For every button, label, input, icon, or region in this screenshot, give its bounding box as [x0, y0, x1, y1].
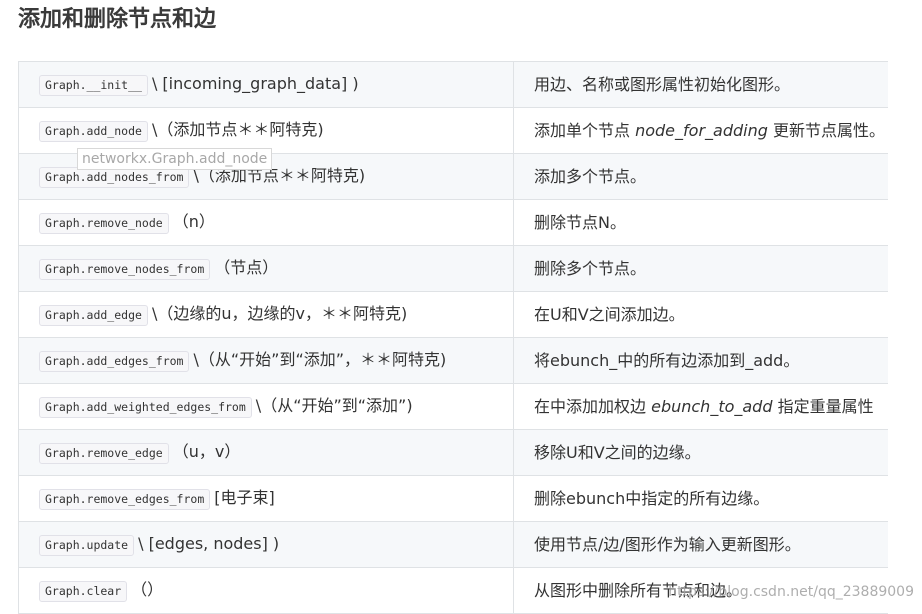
table-row: Graph.update \ [edges, nodes] ) 使用节点/边/图形作… [18, 521, 888, 568]
method-link[interactable]: Graph.add_node [39, 121, 148, 142]
method-signature: \ [incoming_graph_data] ) [151, 74, 359, 93]
description-text: 删除ebunch中指定的所有边缘。 [534, 488, 770, 508]
method-link[interactable]: Graph.update [39, 535, 135, 556]
method-cell: Graph.__init__ \ [incoming_graph_data] ) [18, 61, 514, 108]
description-cell: 在U和V之间添加边。 [513, 291, 888, 338]
description-cell: 移除U和V之间的边缘。 [513, 429, 888, 476]
method-link[interactable]: Graph.remove_edge [39, 443, 169, 464]
table-row: Graph.__init__ \ [incoming_graph_data] ) 用… [18, 61, 888, 108]
description-cell: 将ebunch_中的所有边添加到_add。 [513, 337, 888, 384]
method-signature: （n） [172, 212, 215, 231]
description-text: 将ebunch_中的所有边添加到_add。 [534, 350, 800, 370]
description-cell: 使用节点/边/图形作为输入更新图形。 [513, 521, 888, 568]
description-text: 在中添加加权边 [534, 396, 652, 416]
description-text: 添加多个节点。 [534, 166, 647, 186]
page-title: 添加和删除节点和边 [18, 7, 217, 32]
parameter-name: ebunch_to_add [651, 396, 773, 416]
description-cell: 在中添加加权边 ebunch_to_add 指定重量属性 [513, 383, 888, 430]
method-signature: （） [131, 580, 164, 599]
method-signature: \ [edges, nodes] ) [138, 534, 280, 553]
method-cell: Graph.remove_nodes_from （节点） [18, 245, 514, 292]
table-row: Graph.add_node \（添加节点＊＊阿特克) 添加单个节点 node_fo… [18, 107, 888, 154]
method-cell: Graph.add_edge \（边缘的u，边缘的v，＊＊阿特克) [18, 291, 514, 338]
link-tooltip: networkx.Graph.add_node [77, 148, 273, 170]
description-cell: 删除多个节点。 [513, 245, 888, 292]
description-text: 添加单个节点 [534, 120, 636, 140]
method-link[interactable]: Graph.__init__ [39, 75, 148, 96]
description-text: 在U和V之间添加边。 [534, 304, 685, 324]
method-link[interactable]: Graph.remove_nodes_from [39, 259, 211, 280]
method-signature: \（从“开始”到“添加”) [255, 396, 413, 415]
table-row: Graph.add_edge \（边缘的u，边缘的v，＊＊阿特克) 在U和V之间添加… [18, 291, 888, 338]
description-text: 删除多个节点。 [534, 258, 647, 278]
table-row: Graph.add_edges_from \（从“开始”到“添加”，＊＊阿特克) 将… [18, 337, 888, 384]
table-row: Graph.remove_edges_from [电子束] 删除ebunch中指定的… [18, 475, 888, 522]
method-link[interactable]: Graph.remove_node [39, 213, 169, 234]
description-cell: 添加单个节点 node_for_adding 更新节点属性。 [513, 107, 888, 154]
method-link[interactable]: Graph.clear [39, 581, 128, 602]
method-signature: （节点） [214, 258, 279, 277]
method-cell: Graph.add_weighted_edges_from \（从“开始”到“添加… [18, 383, 514, 430]
description-cell: 添加多个节点。 [513, 153, 888, 200]
method-cell: Graph.remove_edge （u，v） [18, 429, 514, 476]
table-row: Graph.remove_nodes_from （节点） 删除多个节点。 [18, 245, 888, 292]
method-cell: Graph.remove_node （n） [18, 199, 514, 246]
description-text: 指定重量属性 [772, 396, 874, 416]
method-cell: Graph.clear （） [18, 567, 514, 614]
method-signature: \（添加节点＊＊阿特克) [151, 120, 324, 139]
method-signature: \（从“开始”到“添加”，＊＊阿特克) [193, 350, 447, 369]
method-cell: Graph.remove_edges_from [电子束] [18, 475, 514, 522]
method-signature: \（边缘的u，边缘的v，＊＊阿特克) [151, 304, 408, 323]
method-link[interactable]: Graph.add_weighted_edges_from [39, 397, 252, 418]
method-link[interactable]: Graph.add_edge [39, 305, 148, 326]
method-cell: Graph.add_edges_from \（从“开始”到“添加”，＊＊阿特克) [18, 337, 514, 384]
description-text: 更新节点属性。 [767, 120, 885, 140]
table-row: Graph.remove_node （n） 删除节点N。 [18, 199, 888, 246]
api-table: Graph.__init__ \ [incoming_graph_data] ) 用… [18, 61, 888, 614]
table-row: Graph.add_weighted_edges_from \（从“开始”到“添加… [18, 383, 888, 430]
method-cell: Graph.add_node \（添加节点＊＊阿特克) [18, 107, 514, 154]
table-body: Graph.__init__ \ [incoming_graph_data] ) 用… [18, 61, 888, 614]
method-link[interactable]: Graph.remove_edges_from [39, 489, 211, 510]
description-cell: 删除节点N。 [513, 199, 888, 246]
method-signature: [电子束] [214, 488, 275, 507]
description-cell: 删除ebunch中指定的所有边缘。 [513, 475, 888, 522]
table-row: Graph.remove_edge （u，v） 移除U和V之间的边缘。 [18, 429, 888, 476]
description-text: 使用节点/边/图形作为输入更新图形。 [534, 534, 801, 554]
description-text: 删除节点N。 [534, 212, 626, 232]
parameter-name: node_for_adding [635, 120, 768, 140]
method-cell: Graph.update \ [edges, nodes] ) [18, 521, 514, 568]
description-cell: 用边、名称或图形属性初始化图形。 [513, 61, 888, 108]
method-signature: （u，v） [172, 442, 241, 461]
method-link[interactable]: Graph.add_nodes_from [39, 167, 190, 188]
description-text: 移除U和V之间的边缘。 [534, 442, 701, 462]
method-link[interactable]: Graph.add_edges_from [39, 351, 190, 372]
description-text: 用边、名称或图形属性初始化图形。 [534, 74, 791, 94]
watermark: https://blog.csdn.net/qq_23889009 [668, 584, 914, 600]
